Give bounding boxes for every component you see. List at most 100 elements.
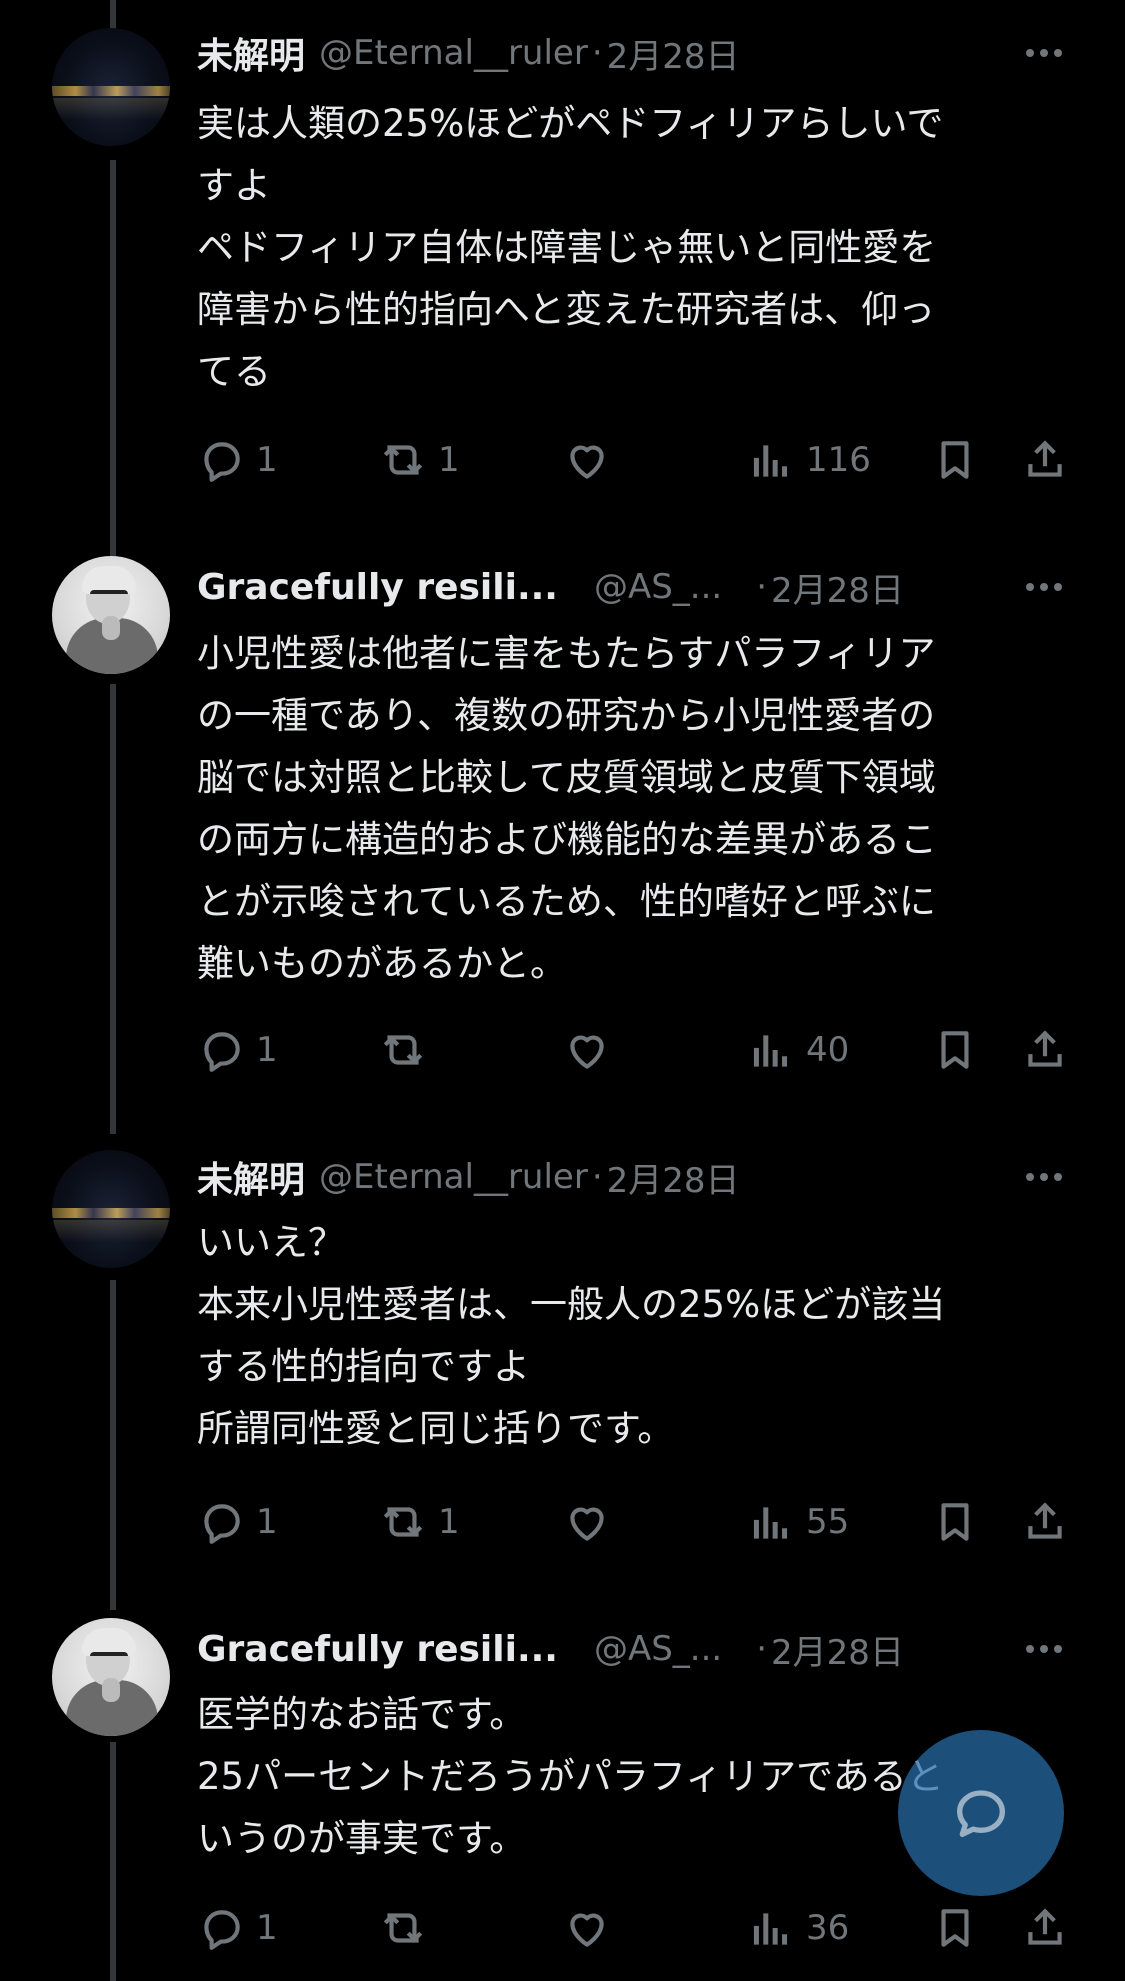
- reply-count: 1: [256, 440, 278, 480]
- avatar[interactable]: [52, 1618, 170, 1736]
- like-button[interactable]: [562, 1022, 622, 1078]
- thread-line: [110, 1280, 116, 1610]
- reply-icon: [204, 1504, 240, 1544]
- water-reflection: [52, 1220, 170, 1242]
- share-icon: [1028, 1030, 1062, 1067]
- timestamp[interactable]: 2月28日: [607, 29, 740, 78]
- share-button[interactable]: [1020, 1494, 1070, 1550]
- like-button[interactable]: [562, 432, 622, 488]
- views-icon: [753, 1913, 788, 1945]
- views-icon: [753, 1507, 788, 1539]
- separator: ·: [756, 567, 768, 607]
- reply-button[interactable]: 1: [196, 1494, 278, 1550]
- tweet-header: 未解明 @Eternal__ruler · 2月28日: [197, 28, 740, 78]
- heart-icon: [570, 1035, 604, 1069]
- heart-icon: [570, 1913, 604, 1947]
- reply-button[interactable]: 1: [196, 1900, 278, 1956]
- repost-button[interactable]: [378, 1900, 438, 1956]
- tweet-line: とが示唆されているため、性的嗜好と呼ぶに: [197, 880, 936, 923]
- tweet-line: 所謂同性愛と同じ括りです。: [197, 1407, 675, 1450]
- city-lights: [52, 1208, 170, 1218]
- avatar[interactable]: [52, 28, 170, 146]
- display-name[interactable]: Gracefully resili...: [197, 567, 558, 608]
- reply-count: 1: [256, 1502, 278, 1542]
- heart-icon: [570, 1507, 604, 1541]
- repost-icon: [383, 1913, 423, 1943]
- tweet-line: の両方に構造的および機能的な差異があるこ: [197, 818, 937, 861]
- avatar[interactable]: [52, 1150, 170, 1268]
- tweet-line: 医学的なお話です。: [197, 1693, 527, 1736]
- more-icon[interactable]: [1019, 1152, 1069, 1202]
- compose-reply-button[interactable]: [898, 1730, 1064, 1896]
- more-icon[interactable]: [1019, 562, 1069, 612]
- timestamp[interactable]: 2月28日: [607, 1153, 740, 1202]
- bookmark-button[interactable]: [930, 432, 980, 488]
- timestamp[interactable]: 2月28日: [771, 1625, 904, 1674]
- tweet-line: ペドフィリア自体は障害じゃ無いと同性愛を: [197, 226, 937, 269]
- reply-icon: [204, 1910, 240, 1950]
- share-icon: [1028, 1502, 1062, 1539]
- thread-line: [110, 160, 116, 560]
- tweet-line: の一種であり、複数の研究から小児性愛者の: [197, 694, 936, 737]
- reply-button[interactable]: 1: [196, 1022, 278, 1078]
- share-button[interactable]: [1020, 1900, 1070, 1956]
- tweet-line: 脳では対照と比較して皮質領域と皮質下領域: [197, 756, 936, 799]
- more-icon[interactable]: [1019, 1624, 1069, 1674]
- tweet-line: 小児性愛は他者に害をもたらすパラフィリア: [197, 632, 936, 675]
- bookmark-button[interactable]: [930, 1900, 980, 1956]
- user-handle[interactable]: @Eternal__ruler: [319, 33, 588, 73]
- repost-button[interactable]: 1: [378, 1494, 460, 1550]
- avatar-glasses: [90, 1652, 128, 1664]
- views-count: 116: [806, 440, 871, 480]
- tweet-line: いいえ？: [197, 1221, 345, 1264]
- display-name[interactable]: Gracefully resili...: [197, 1629, 558, 1670]
- tweet-header: Gracefully resili... @AS_... · 2月28日: [197, 1624, 904, 1674]
- avatar-hand: [102, 616, 120, 640]
- avatar-hand: [102, 1678, 120, 1702]
- tweet-text: 実は人類の25%ほどがペドフィリアらしいで すよ ペドフィリア自体は障害じゃ無い…: [197, 93, 1077, 403]
- tweet-header: Gracefully resili... @AS_... · 2月28日: [197, 562, 904, 612]
- compose-reply-icon: [957, 1790, 1005, 1837]
- repost-icon: [383, 445, 423, 475]
- reply-button[interactable]: 1: [196, 432, 278, 488]
- views-button[interactable]: 36: [746, 1900, 849, 1956]
- avatar[interactable]: [52, 556, 170, 674]
- timestamp[interactable]: 2月28日: [771, 563, 904, 612]
- repost-button[interactable]: [378, 1022, 438, 1078]
- repost-icon: [383, 1035, 423, 1065]
- separator: ·: [591, 33, 603, 73]
- more-icon[interactable]: [1019, 28, 1069, 78]
- views-button[interactable]: 55: [746, 1494, 849, 1550]
- tweet-line: 難いものがあるかと。: [197, 942, 567, 985]
- bookmark-icon: [941, 1909, 969, 1947]
- user-handle[interactable]: @AS_...: [594, 1629, 722, 1669]
- bookmark-button[interactable]: [930, 1494, 980, 1550]
- bookmark-icon: [941, 1503, 969, 1541]
- like-button[interactable]: [562, 1900, 622, 1956]
- views-icon: [753, 1035, 788, 1067]
- share-button[interactable]: [1020, 1022, 1070, 1078]
- share-button[interactable]: [1020, 432, 1070, 488]
- action-bar: 1 40: [0, 1022, 1125, 1078]
- tweet-text: 小児性愛は他者に害をもたらすパラフィリア の一種であり、複数の研究から小児性愛者…: [197, 623, 1077, 995]
- tweet-line: 障害から性的指向へと変えた研究者は、仰っ: [197, 288, 936, 331]
- views-button[interactable]: 40: [746, 1022, 849, 1078]
- bookmark-button[interactable]: [930, 1022, 980, 1078]
- views-count: 36: [806, 1908, 850, 1948]
- like-button[interactable]: [562, 1494, 622, 1550]
- reply-count: 1: [256, 1908, 278, 1948]
- repost-button[interactable]: 1: [378, 432, 460, 488]
- action-bar: 1 36: [0, 1900, 1125, 1956]
- heart-icon: [570, 445, 604, 479]
- water-reflection: [52, 98, 170, 120]
- separator: ·: [756, 1629, 768, 1669]
- tweet-line: 実は人類の25%ほどがペドフィリアらしいで: [197, 102, 944, 145]
- reply-icon: [204, 1032, 240, 1072]
- share-icon: [1028, 440, 1062, 477]
- display-name[interactable]: 未解明: [197, 1151, 305, 1203]
- user-handle[interactable]: @AS_...: [594, 567, 722, 607]
- views-button[interactable]: 116: [746, 432, 871, 488]
- user-handle[interactable]: @Eternal__ruler: [319, 1157, 588, 1197]
- bookmark-icon: [941, 1031, 969, 1069]
- display-name[interactable]: 未解明: [197, 27, 305, 79]
